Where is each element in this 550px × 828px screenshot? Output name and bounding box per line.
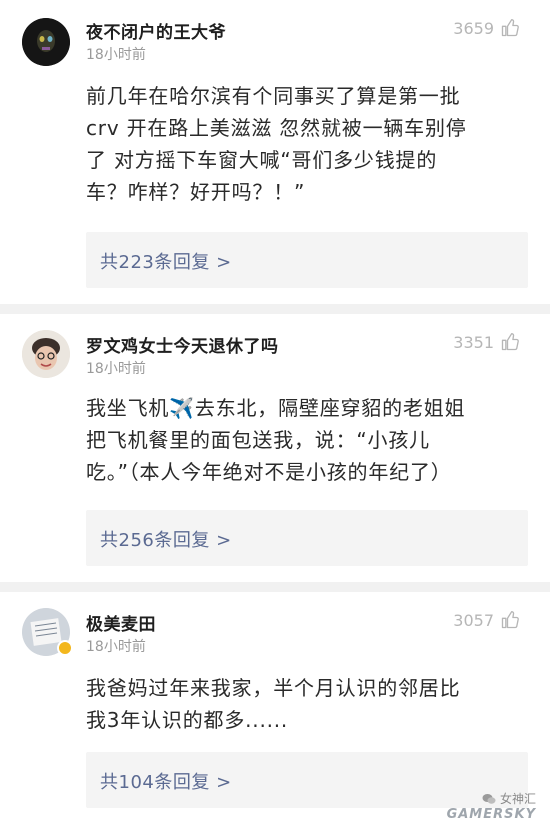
like-button[interactable]: 3659 xyxy=(453,18,520,38)
thumbs-up-icon xyxy=(501,19,519,37)
username[interactable]: 极美麦田 xyxy=(86,610,156,635)
replies-button[interactable]: 共256条回复 > xyxy=(86,510,528,566)
watermark: 女神汇 GAMERSKY xyxy=(447,790,536,822)
divider xyxy=(0,304,550,314)
watermark-account-name: 女神汇 xyxy=(499,792,536,806)
timestamp: 18小时前 xyxy=(86,639,146,655)
username[interactable]: 夜不闭户的王大爷 xyxy=(86,18,226,43)
comment-line: 把飞机餐里的面包送我，说：“小孩儿 xyxy=(86,428,430,452)
comment-1: 夜不闭户的王大爷 18小时前 3659 前几年在哈尔滨有个同事买了算是第一批 c… xyxy=(0,0,550,300)
avatar-woman-image xyxy=(22,330,70,378)
verified-badge-icon xyxy=(57,640,73,656)
thumbs-up-icon xyxy=(501,333,519,351)
timestamp: 18小时前 xyxy=(86,361,146,377)
replies-button[interactable]: 共223条回复 > xyxy=(86,232,528,288)
username[interactable]: 罗文鸡女士今天退休了吗 xyxy=(86,332,279,357)
like-button[interactable]: 3351 xyxy=(453,332,520,352)
comment-body: 我坐飞机✈️去东北，隔壁座穿貂的老姐姐 把飞机餐里的面包送我，说：“小孩儿 吃。… xyxy=(86,392,526,488)
like-count: 3057 xyxy=(453,610,494,630)
avatar[interactable] xyxy=(22,330,70,378)
replies-count-label: 共256条回复 > xyxy=(100,530,232,551)
comment-line: 吃。”（本人今年绝对不是小孩的年纪了） xyxy=(86,460,452,484)
comment-2: 罗文鸡女士今天退休了吗 18小时前 3351 我坐飞机✈️去东北，隔壁座穿貂的老… xyxy=(0,314,550,584)
replies-count-label: 共223条回复 > xyxy=(100,252,232,273)
watermark-account: 女神汇 xyxy=(447,790,536,807)
like-button[interactable]: 3057 xyxy=(453,610,520,630)
comment-body: 前几年在哈尔滨有个同事买了算是第一批 crv 开在路上美滋滋 忽然就被一辆车别停… xyxy=(86,80,526,208)
comment-line: 我3年认识的都多...... xyxy=(86,708,289,732)
avatar[interactable] xyxy=(22,18,70,66)
comment-body: 我爸妈过年来我家，半个月认识的邻居比 我3年认识的都多...... xyxy=(86,672,526,736)
divider xyxy=(0,582,550,592)
replies-count-label: 共104条回复 > xyxy=(100,772,232,793)
wechat-icon xyxy=(482,793,496,804)
comment-line: crv 开在路上美滋滋 忽然就被一辆车别停 xyxy=(86,116,467,140)
avatar-skull-image xyxy=(22,18,70,66)
comment-line: 车？咋样？好开吗？！” xyxy=(86,180,306,204)
watermark-brand: GAMERSKY xyxy=(446,807,536,822)
comment-line: 我坐飞机✈️去东北，隔壁座穿貂的老姐姐 xyxy=(86,396,466,420)
timestamp: 18小时前 xyxy=(86,47,146,63)
comment-line: 前几年在哈尔滨有个同事买了算是第一批 xyxy=(86,84,461,108)
like-count: 3659 xyxy=(453,18,494,38)
comment-line: 了 对方摇下车窗大喊“哥们多少钱提的 xyxy=(86,148,438,172)
thumbs-up-icon xyxy=(501,611,519,629)
comment-line: 我爸妈过年来我家，半个月认识的邻居比 xyxy=(86,676,461,700)
like-count: 3351 xyxy=(453,332,494,352)
